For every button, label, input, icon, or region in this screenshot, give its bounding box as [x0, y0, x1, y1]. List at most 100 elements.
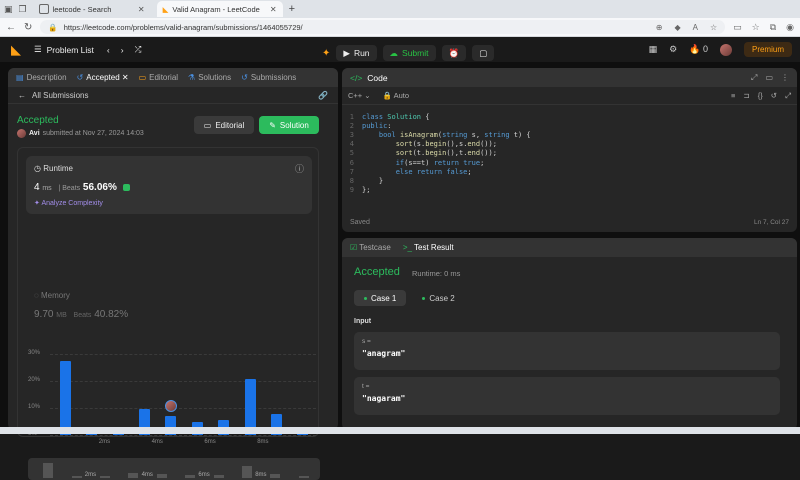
- code-line[interactable]: 5 sort(t.begin(),t.end());: [342, 149, 797, 158]
- prev-icon[interactable]: ‹: [107, 45, 110, 55]
- tab-solutions[interactable]: ⚗ Solutions: [188, 73, 231, 82]
- code-line[interactable]: 3 bool isAnagram(string s, string t) {: [342, 130, 797, 139]
- info-icon[interactable]: ⓘ: [295, 162, 304, 175]
- solution-button[interactable]: ✎ Solution: [259, 116, 319, 134]
- url-field[interactable]: 🔒 https://leetcode.com/problems/valid-an…: [40, 20, 726, 34]
- code-line[interactable]: 2 public:: [342, 121, 797, 130]
- extension-icon[interactable]: ◆: [674, 23, 680, 32]
- all-submissions-link[interactable]: All Submissions: [32, 91, 88, 100]
- notes-button[interactable]: ▢: [472, 45, 495, 61]
- problem-list-nav[interactable]: ☰ Problem List ‹ › ⤮: [34, 44, 141, 55]
- badge-icon: [122, 183, 130, 191]
- close-icon[interactable]: ✕: [270, 5, 277, 14]
- gear-icon[interactable]: ⚙: [669, 44, 677, 55]
- favorite-icon[interactable]: ☆: [710, 23, 717, 32]
- tab-testcase[interactable]: ☑ Testcase: [350, 243, 391, 252]
- range-slider-chart[interactable]: 2ms 4ms 6ms 8ms: [28, 458, 320, 480]
- collections-icon[interactable]: ⧉: [770, 22, 776, 33]
- submit-button[interactable]: ☁ Submit: [382, 45, 436, 61]
- clock-icon: ◷: [34, 164, 41, 173]
- gridline: [50, 381, 316, 383]
- premium-button[interactable]: Premium: [743, 42, 792, 57]
- y-tick-label: 30%: [28, 350, 41, 357]
- tab-test-result[interactable]: >_ Test Result: [403, 243, 454, 252]
- code-line[interactable]: 9};: [342, 186, 797, 195]
- new-tab-icon[interactable]: +: [289, 3, 295, 15]
- cloud-upload-icon: ☁: [389, 47, 399, 58]
- layout-icon[interactable]: ▦: [649, 44, 658, 55]
- format-icon[interactable]: ≡: [731, 91, 735, 101]
- case-2-tab[interactable]: Case 2: [412, 290, 464, 306]
- minimize-icon[interactable]: ▭: [765, 73, 773, 83]
- case-1-tab[interactable]: Case 1: [354, 290, 407, 306]
- window-icon[interactable]: ▣: [4, 4, 13, 15]
- tab-submissions[interactable]: ↺ Submissions: [241, 73, 296, 82]
- split-screen-icon[interactable]: ▭: [733, 22, 742, 33]
- mini-bar: [71, 476, 82, 478]
- refresh-icon[interactable]: ↻: [24, 22, 32, 33]
- code-line[interactable]: 6 if(s==t) return true;: [342, 158, 797, 167]
- mini-bar: [242, 466, 252, 478]
- expand-icon[interactable]: ⤢: [751, 73, 757, 83]
- favorites-icon[interactable]: ☆: [752, 22, 760, 33]
- code-text: else return false;: [395, 167, 472, 176]
- distribution-bar[interactable]: [59, 361, 71, 435]
- code-line[interactable]: 8 }: [342, 176, 797, 185]
- memory-tab[interactable]: ◌ Memory: [34, 291, 70, 300]
- left-panel-tabs: ▤ Description ↺ Accepted ✕ ▭ Editorial ⚗ Sol…: [8, 68, 338, 87]
- save-status: Saved: [350, 219, 370, 226]
- fullscreen-icon[interactable]: ⤢: [785, 91, 791, 101]
- your-submission-avatar: [164, 400, 177, 413]
- close-icon[interactable]: ✕: [122, 73, 129, 82]
- language-select[interactable]: C++ ⌄: [348, 91, 371, 100]
- line-number: 5: [349, 149, 354, 158]
- cursor-position: Ln 7, Col 27: [753, 219, 789, 226]
- code-line[interactable]: 1 class Solution {: [342, 112, 797, 121]
- tabs-icon[interactable]: ❐: [19, 4, 27, 15]
- avatar[interactable]: [719, 43, 732, 56]
- auto-mode-toggle[interactable]: 🔒 Auto: [383, 91, 409, 100]
- code-line[interactable]: 7 else return false;: [342, 167, 797, 176]
- mini-bar: [100, 476, 110, 478]
- x-tick-label: 6ms: [204, 439, 216, 445]
- tab-accepted[interactable]: ↺ Accepted ✕: [77, 73, 129, 82]
- leetcode-logo-icon[interactable]: ◣: [8, 42, 24, 58]
- tab-editorial[interactable]: ▭ Editorial: [139, 73, 178, 82]
- line-number: 3: [349, 130, 354, 139]
- debug-icon[interactable]: ✦: [322, 48, 330, 59]
- code-editor[interactable]: 1 class Solution {2 public: 3 bool isAnagra…: [342, 112, 797, 195]
- tab-description[interactable]: ▤ Description: [16, 73, 67, 82]
- reset-icon[interactable]: ↺: [771, 91, 777, 101]
- editorial-button[interactable]: ▭ Editorial: [194, 116, 254, 134]
- browser-tab-leetcode[interactable]: ◣ Valid Anagram - LeetCode ✕: [156, 1, 283, 17]
- fire-icon: 🔥: [689, 44, 701, 54]
- analyze-complexity-link[interactable]: ✦ Analyze Complexity: [34, 199, 103, 207]
- link-icon[interactable]: 🔗: [318, 91, 328, 100]
- more-icon[interactable]: ⋮: [781, 73, 789, 83]
- profile-icon[interactable]: ◉: [786, 22, 794, 33]
- run-button[interactable]: ▶ Run: [336, 45, 377, 61]
- shuffle-icon[interactable]: ⤮: [135, 44, 142, 55]
- mini-bar: [185, 475, 196, 478]
- braces-icon[interactable]: {}: [758, 91, 763, 101]
- mini-tick-label: 4ms: [141, 472, 153, 478]
- back-icon[interactable]: ←: [6, 22, 16, 33]
- timer-button[interactable]: ⏰: [441, 45, 467, 61]
- runtime-box[interactable]: ◷ Runtime ⓘ 4 ms | Beats 56.06% ✦ Analyz…: [26, 156, 312, 214]
- mini-tick-label: 8ms: [255, 472, 267, 478]
- test-result-panel: ☑ Testcase >_ Test Result Accepted Runti…: [342, 238, 797, 430]
- read-aloud-icon[interactable]: A: [693, 23, 698, 32]
- line-number: 7: [349, 167, 354, 176]
- bookmark-icon[interactable]: ⊐: [743, 91, 749, 101]
- x-tick-label: 8ms: [257, 439, 269, 445]
- mini-bar: [213, 474, 224, 478]
- back-arrow-icon[interactable]: ←: [18, 91, 26, 100]
- streak-counter[interactable]: 🔥 0: [689, 44, 708, 55]
- close-icon[interactable]: ✕: [138, 5, 145, 14]
- code-line[interactable]: 4 sort(s.begin(),s.end());: [342, 140, 797, 149]
- browser-tab-search[interactable]: leetcode - Search ✕: [33, 1, 151, 17]
- note-icon: ▢: [479, 47, 488, 58]
- zoom-icon[interactable]: ⊕: [656, 23, 663, 32]
- accepted-icon: ↺: [76, 73, 84, 82]
- next-icon[interactable]: ›: [121, 45, 124, 55]
